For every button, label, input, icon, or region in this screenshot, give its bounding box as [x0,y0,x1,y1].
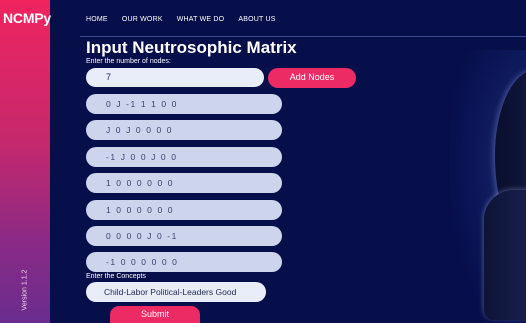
matrix-row-input[interactable]: J 0 J 0 0 0 0 [86,120,282,140]
submit-button[interactable]: Submit [110,306,200,323]
page-title: Input Neutrosophic Matrix [86,38,297,57]
matrix-row-input[interactable]: 1 0 0 0 0 0 0 [86,173,282,193]
sidebar: NCMPy Version 1.1.2 [0,0,51,323]
matrix-row-input[interactable]: -1 0 0 0 0 0 0 [86,252,282,272]
matrix-row-input[interactable]: 0 0 0 0 J 0 -1 [86,226,282,246]
version-label: Version 1.1.2 [21,269,29,311]
concepts-input[interactable]: Child-Labor Political-Leaders Good [86,282,266,302]
brand-logo[interactable]: NCMPy [3,10,51,26]
nav-our-work[interactable]: OUR WORK [122,16,163,23]
nav-divider [80,36,526,37]
concepts-label: Enter the Concepts [86,273,146,280]
matrix-row-input[interactable]: -1 J 0 0 J 0 0 [86,147,282,167]
top-nav: HOME OUR WORK WHAT WE DO ABOUT US [86,16,276,23]
matrix-row-input[interactable]: 0 J -1 1 1 0 0 [86,94,282,114]
nodes-input[interactable]: 7 [86,68,264,87]
add-nodes-button[interactable]: Add Nodes [268,68,356,88]
nodes-label: Enter the number of nodes: [86,58,171,65]
nav-home[interactable]: HOME [86,16,108,23]
matrix-row-input[interactable]: 1 0 0 0 0 0 0 [86,200,282,220]
hero-photo [440,40,526,323]
nav-what-we-do[interactable]: WHAT WE DO [177,16,225,23]
photo-silhouette-hand [484,190,526,320]
nav-about-us[interactable]: ABOUT US [238,16,275,23]
